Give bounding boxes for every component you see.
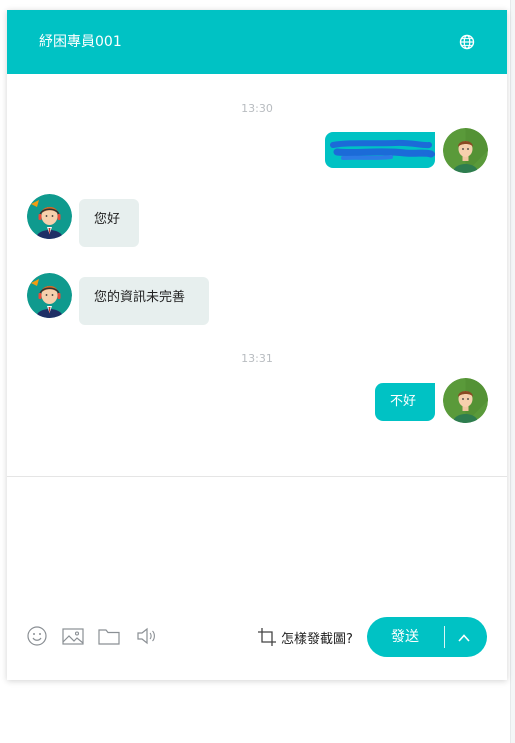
send-divider: [444, 626, 445, 648]
agent-avatar: [27, 273, 72, 318]
globe-icon[interactable]: [459, 34, 475, 50]
crop-icon: [258, 628, 276, 646]
chat-window: 紓困專員001 13:30 您好 您的資訊未完善 13:31 不好 怎樣發截圖?…: [7, 10, 507, 680]
message-text: 您好: [94, 212, 121, 227]
image-icon[interactable]: [62, 626, 84, 648]
page-frame: 紓困專員001 13:30 您好 您的資訊未完善 13:31 不好 怎樣發截圖?…: [0, 0, 515, 743]
scrollbar-edge: [510, 0, 515, 743]
chevron-up-icon[interactable]: [457, 630, 471, 649]
redaction-scribble: [330, 139, 435, 160]
agent-name: 紓困專員001: [39, 34, 122, 50]
message-incoming: 您好: [79, 199, 139, 247]
send-button[interactable]: 發送: [367, 617, 443, 657]
message-input[interactable]: [7, 477, 507, 607]
screenshot-help-label: 怎樣發截圖?: [281, 631, 353, 647]
timestamp: 13:31: [241, 352, 273, 365]
user-avatar: [443, 128, 488, 173]
message-outgoing: 不好: [375, 383, 435, 421]
message-outgoing-redacted: [325, 132, 435, 168]
user-avatar: [443, 378, 488, 423]
agent-avatar: [27, 194, 72, 239]
screenshot-help-link[interactable]: 怎樣發截圖?: [257, 626, 353, 648]
message-incoming: 您的資訊未完善: [79, 277, 209, 325]
timestamp: 13:30: [241, 102, 273, 115]
folder-icon[interactable]: [98, 626, 120, 648]
speaker-icon[interactable]: [136, 626, 158, 648]
chat-header: 紓困專員001: [7, 10, 507, 74]
message-text: 您的資訊未完善: [94, 290, 186, 305]
send-button-group: 發送: [367, 617, 487, 657]
emoji-icon[interactable]: [27, 626, 47, 648]
message-text: 不好: [390, 394, 417, 409]
